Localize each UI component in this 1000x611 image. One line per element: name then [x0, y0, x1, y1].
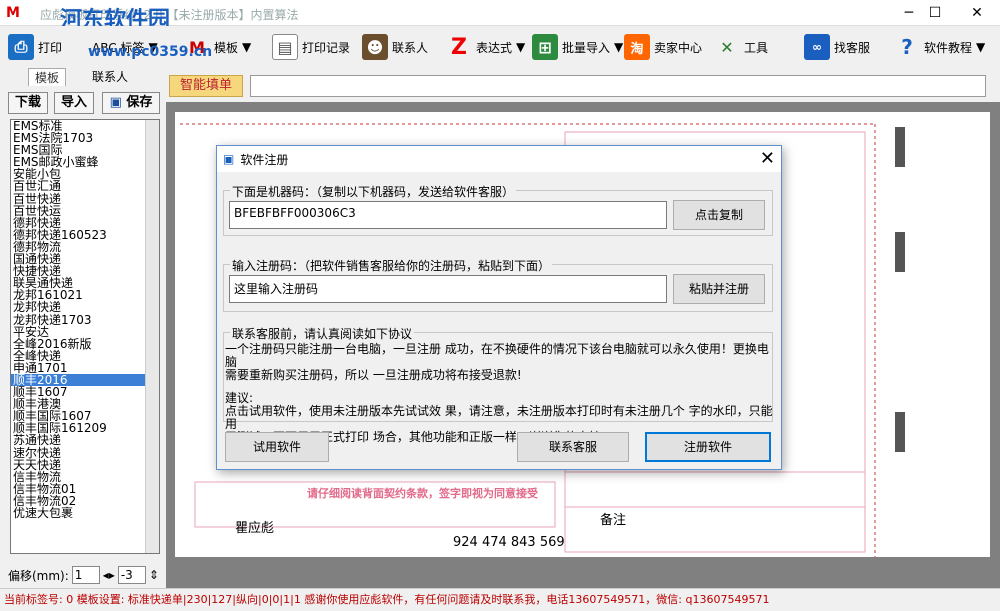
- help-icon: ?: [901, 35, 913, 59]
- toolbar-expression-button[interactable]: Z 表达式 ▼: [446, 32, 525, 62]
- left-actions: 下载 导入 ▣ 保存: [0, 90, 165, 114]
- template-list-item[interactable]: 龙邦快递1703: [11, 313, 159, 326]
- customer-service-icon: ∞: [804, 34, 830, 60]
- toolbar-help-label: 软件教程: [924, 40, 973, 55]
- template-list-item[interactable]: 天天快递: [11, 459, 159, 471]
- expression-icon: Z: [451, 34, 467, 60]
- toolbar-print-record-label: 打印记录: [302, 40, 351, 55]
- offset-label: 偏移(mm):: [8, 568, 69, 583]
- save-button[interactable]: ▣ 保存: [102, 92, 160, 114]
- toolbar-print-label: 打印: [38, 40, 63, 55]
- contact-icon: ☻: [362, 34, 388, 60]
- maximize-button[interactable]: ☐: [912, 0, 958, 26]
- chevron-down-icon: ▼: [516, 40, 526, 54]
- dialog-close-icon[interactable]: ✕: [760, 148, 775, 169]
- download-button[interactable]: 下载: [8, 92, 48, 114]
- toolbar-print-record-button[interactable]: ▤ 打印记录: [272, 32, 350, 62]
- dialog-title: 软件注册: [240, 152, 289, 167]
- import-button[interactable]: 导入: [54, 92, 94, 114]
- print-icon: ⎙: [8, 34, 34, 60]
- toolbar-batch-import-button[interactable]: ⊞ 批量导入 ▼: [532, 32, 623, 62]
- chevron-down-icon: ▼: [976, 40, 986, 54]
- smart-fill-label[interactable]: 智能填单: [169, 75, 243, 97]
- smart-fill-input[interactable]: [250, 75, 986, 97]
- template-list[interactable]: EMS标准 EMS法院1703 EMS国际 EMS邮政小蜜蜂 安能小包 百世汇通 百世快递百…: [10, 119, 160, 554]
- copy-button[interactable]: 点击复制: [673, 200, 765, 230]
- template-list-item[interactable]: 速尔快递: [11, 446, 159, 459]
- machine-code-group-title: 下面是机器码：（复制以下机器码，发送给软件客服）: [230, 183, 517, 200]
- toolbar-customer-service-label: 找客服: [834, 40, 871, 55]
- trial-button[interactable]: 试用软件: [225, 432, 329, 462]
- template-list-item[interactable]: 平安达: [11, 326, 159, 338]
- stepper-arrows-icon[interactable]: ◂▸: [103, 568, 115, 582]
- seller-center-icon: 淘: [624, 34, 650, 60]
- toolbar-contact-label: 联系人: [392, 40, 429, 55]
- toolbar-tools-label: 工具: [744, 40, 769, 55]
- template-list-item[interactable]: 百世快递: [11, 193, 159, 205]
- register-button[interactable]: 注册软件: [645, 432, 771, 462]
- print-record-icon: ▤: [272, 34, 298, 60]
- waybill-tracking-number: 924 474 843 569: [453, 535, 565, 550]
- waybill-sender-name: 瞿应彪: [235, 521, 275, 536]
- batch-import-icon: ⊞: [532, 34, 558, 60]
- agreement-title: 联系客服前，请认真阅读如下协议: [230, 325, 415, 342]
- toolbar-print-button[interactable]: ⎙ 打印: [8, 32, 62, 62]
- template-list-item[interactable]: 优速大包裹: [11, 507, 159, 519]
- suggest-line-1: 点击试用软件，使用未注册版本先试试效 果，请注意，未注册版本打印时有未注册几个 …: [225, 404, 773, 431]
- waybill-remark: 备注: [600, 513, 627, 528]
- agreement-text: 一个注册码只能注册一台电脑，一旦注册 成功，在不换硬件的情况下该台电脑就可以永久…: [225, 343, 773, 444]
- toolbar-template-label: 模板: [214, 40, 239, 55]
- register-code-group-title: 输入注册码：（把软件销售客服给你的注册码，粘贴到下面）: [230, 257, 553, 274]
- stepper-updown-icon[interactable]: ⇕: [149, 568, 159, 582]
- title-bar: M 应彪模板打印系统12.8 【未注册版本】内置算法 河东软件园 ─ ☐ ✕: [0, 0, 1000, 33]
- offset-control: 偏移(mm): 1 ◂▸ -3 ⇕: [8, 566, 159, 584]
- waybill-notice: 请仔细阅读背面契约条款，签字即视为同意接受: [307, 487, 538, 500]
- chevron-down-icon: ▼: [242, 40, 252, 54]
- chevron-down-icon: ▼: [614, 40, 624, 54]
- tab-template[interactable]: 模板: [28, 68, 67, 86]
- offset-x-input[interactable]: 1: [71, 566, 100, 584]
- template-list-item[interactable]: 信丰物流: [11, 471, 159, 483]
- contact-service-button[interactable]: 联系客服: [517, 432, 629, 462]
- template-list-item[interactable]: 苏通快递: [11, 434, 159, 446]
- template-list-item[interactable]: 百世快运: [11, 205, 159, 217]
- toolbar-expression-label: 表达式: [476, 40, 513, 55]
- agreement-line-1: 一个注册码只能注册一台电脑，一旦注册 成功，在不换硬件的情况下该台电脑就可以永久…: [225, 342, 769, 369]
- toolbar-batch-import-label: 批量导入: [562, 40, 611, 55]
- toolbar-seller-center-button[interactable]: 淘 卖家中心: [624, 32, 702, 62]
- paste-register-button[interactable]: 粘贴并注册: [673, 274, 765, 304]
- dialog-app-icon: ▣: [223, 152, 235, 166]
- template-list-item[interactable]: 百世汇通: [11, 180, 159, 192]
- template-list-item[interactable]: 全峰2016新版: [11, 338, 159, 350]
- toolbar-contact-button[interactable]: ☻ 联系人: [362, 32, 428, 62]
- toolbar-customer-service-button[interactable]: ∞ 找客服: [804, 32, 870, 62]
- register-code-input[interactable]: 这里输入注册码: [229, 275, 667, 303]
- register-dialog: ▣ 软件注册 ✕ 下面是机器码：（复制以下机器码，发送给软件客服） BFEBFB…: [216, 145, 782, 470]
- status-bar: 当前标签号: 0 模板设置: 标准快递单|230|127|纵向|0|0|1|1 …: [0, 588, 1000, 611]
- toolbar-help-button[interactable]: ? 软件教程 ▼: [894, 32, 985, 62]
- agreement-line-2: 需要重新购买注册码，所以 一旦注册成功将布接受退款!: [225, 368, 522, 382]
- offset-y-input[interactable]: -3: [117, 566, 146, 584]
- close-button[interactable]: ✕: [954, 0, 1000, 26]
- floppy-icon: ▣: [109, 95, 122, 110]
- app-logo-icon: M: [6, 5, 20, 21]
- left-tabs: 模板 联系人: [0, 68, 165, 86]
- dialog-titlebar: ▣ 软件注册: [217, 146, 781, 172]
- toolbar-tools-button[interactable]: ✕ 工具: [714, 32, 768, 62]
- save-label: 保存: [126, 95, 153, 110]
- tab-contact[interactable]: 联系人: [86, 68, 134, 86]
- toolbar-seller-center-label: 卖家中心: [654, 40, 703, 55]
- machine-code-field[interactable]: BFEBFBFF000306C3: [229, 201, 667, 229]
- list-scrollbar[interactable]: [145, 120, 159, 553]
- tools-icon: ✕: [720, 37, 734, 57]
- watermark-url: www.pc0359.cn: [88, 44, 213, 60]
- template-list-item[interactable]: 龙邦快递: [11, 301, 159, 313]
